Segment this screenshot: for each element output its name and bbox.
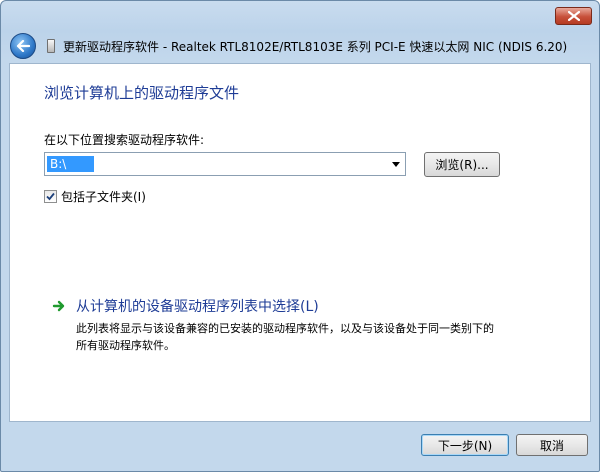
device-icon <box>47 39 55 53</box>
title-bar: 更新驱动程序软件 - Realtek RTL8102E/RTL8103E 系列 … <box>1 1 599 63</box>
path-combobox[interactable] <box>44 152 406 176</box>
next-button[interactable]: 下一步(N) <box>421 434 509 456</box>
browse-button[interactable]: 浏览(R)... <box>424 152 500 177</box>
checkmark-icon <box>46 192 55 201</box>
window-title: 更新驱动程序软件 - Realtek RTL8102E/RTL8103E 系列 … <box>63 40 568 54</box>
include-subfolders-checkbox[interactable] <box>44 190 57 203</box>
pick-desc-line-2: 所有驱动程序软件。 <box>76 339 175 352</box>
dropdown-button[interactable] <box>387 153 405 175</box>
wizard-window: 更新驱动程序软件 - Realtek RTL8102E/RTL8103E 系列 … <box>0 0 600 472</box>
search-location-label: 在以下位置搜索驱动程序软件: <box>44 133 205 147</box>
back-arrow-icon <box>16 40 30 52</box>
pick-from-list-description: 此列表将显示与该设备兼容的已安装的驱动程序软件，以及与该设备处于同一类别下的 所… <box>76 320 496 354</box>
path-input[interactable] <box>47 156 94 172</box>
pick-from-list-title[interactable]: 从计算机的设备驱动程序列表中选择(L) <box>76 296 319 316</box>
page-heading: 浏览计算机上的驱动程序文件 <box>44 84 240 102</box>
cancel-button[interactable]: 取消 <box>516 434 588 456</box>
include-subfolders-row[interactable]: 包括子文件夹(I) <box>44 188 146 205</box>
include-subfolders-label: 包括子文件夹(I) <box>61 190 146 204</box>
close-icon <box>567 11 580 21</box>
content-panel: 浏览计算机上的驱动程序文件 在以下位置搜索驱动程序软件: 浏览(R)... 包括… <box>9 63 591 422</box>
close-button[interactable] <box>555 7 592 25</box>
pick-desc-line-1: 此列表将显示与该设备兼容的已安装的驱动程序软件，以及与该设备处于同一类别下的 <box>76 322 494 335</box>
pick-from-list-link[interactable]: 从计算机的设备驱动程序列表中选择(L) <box>52 296 319 316</box>
back-button[interactable] <box>10 33 36 59</box>
chevron-down-icon <box>392 161 400 167</box>
green-arrow-icon <box>52 300 65 312</box>
